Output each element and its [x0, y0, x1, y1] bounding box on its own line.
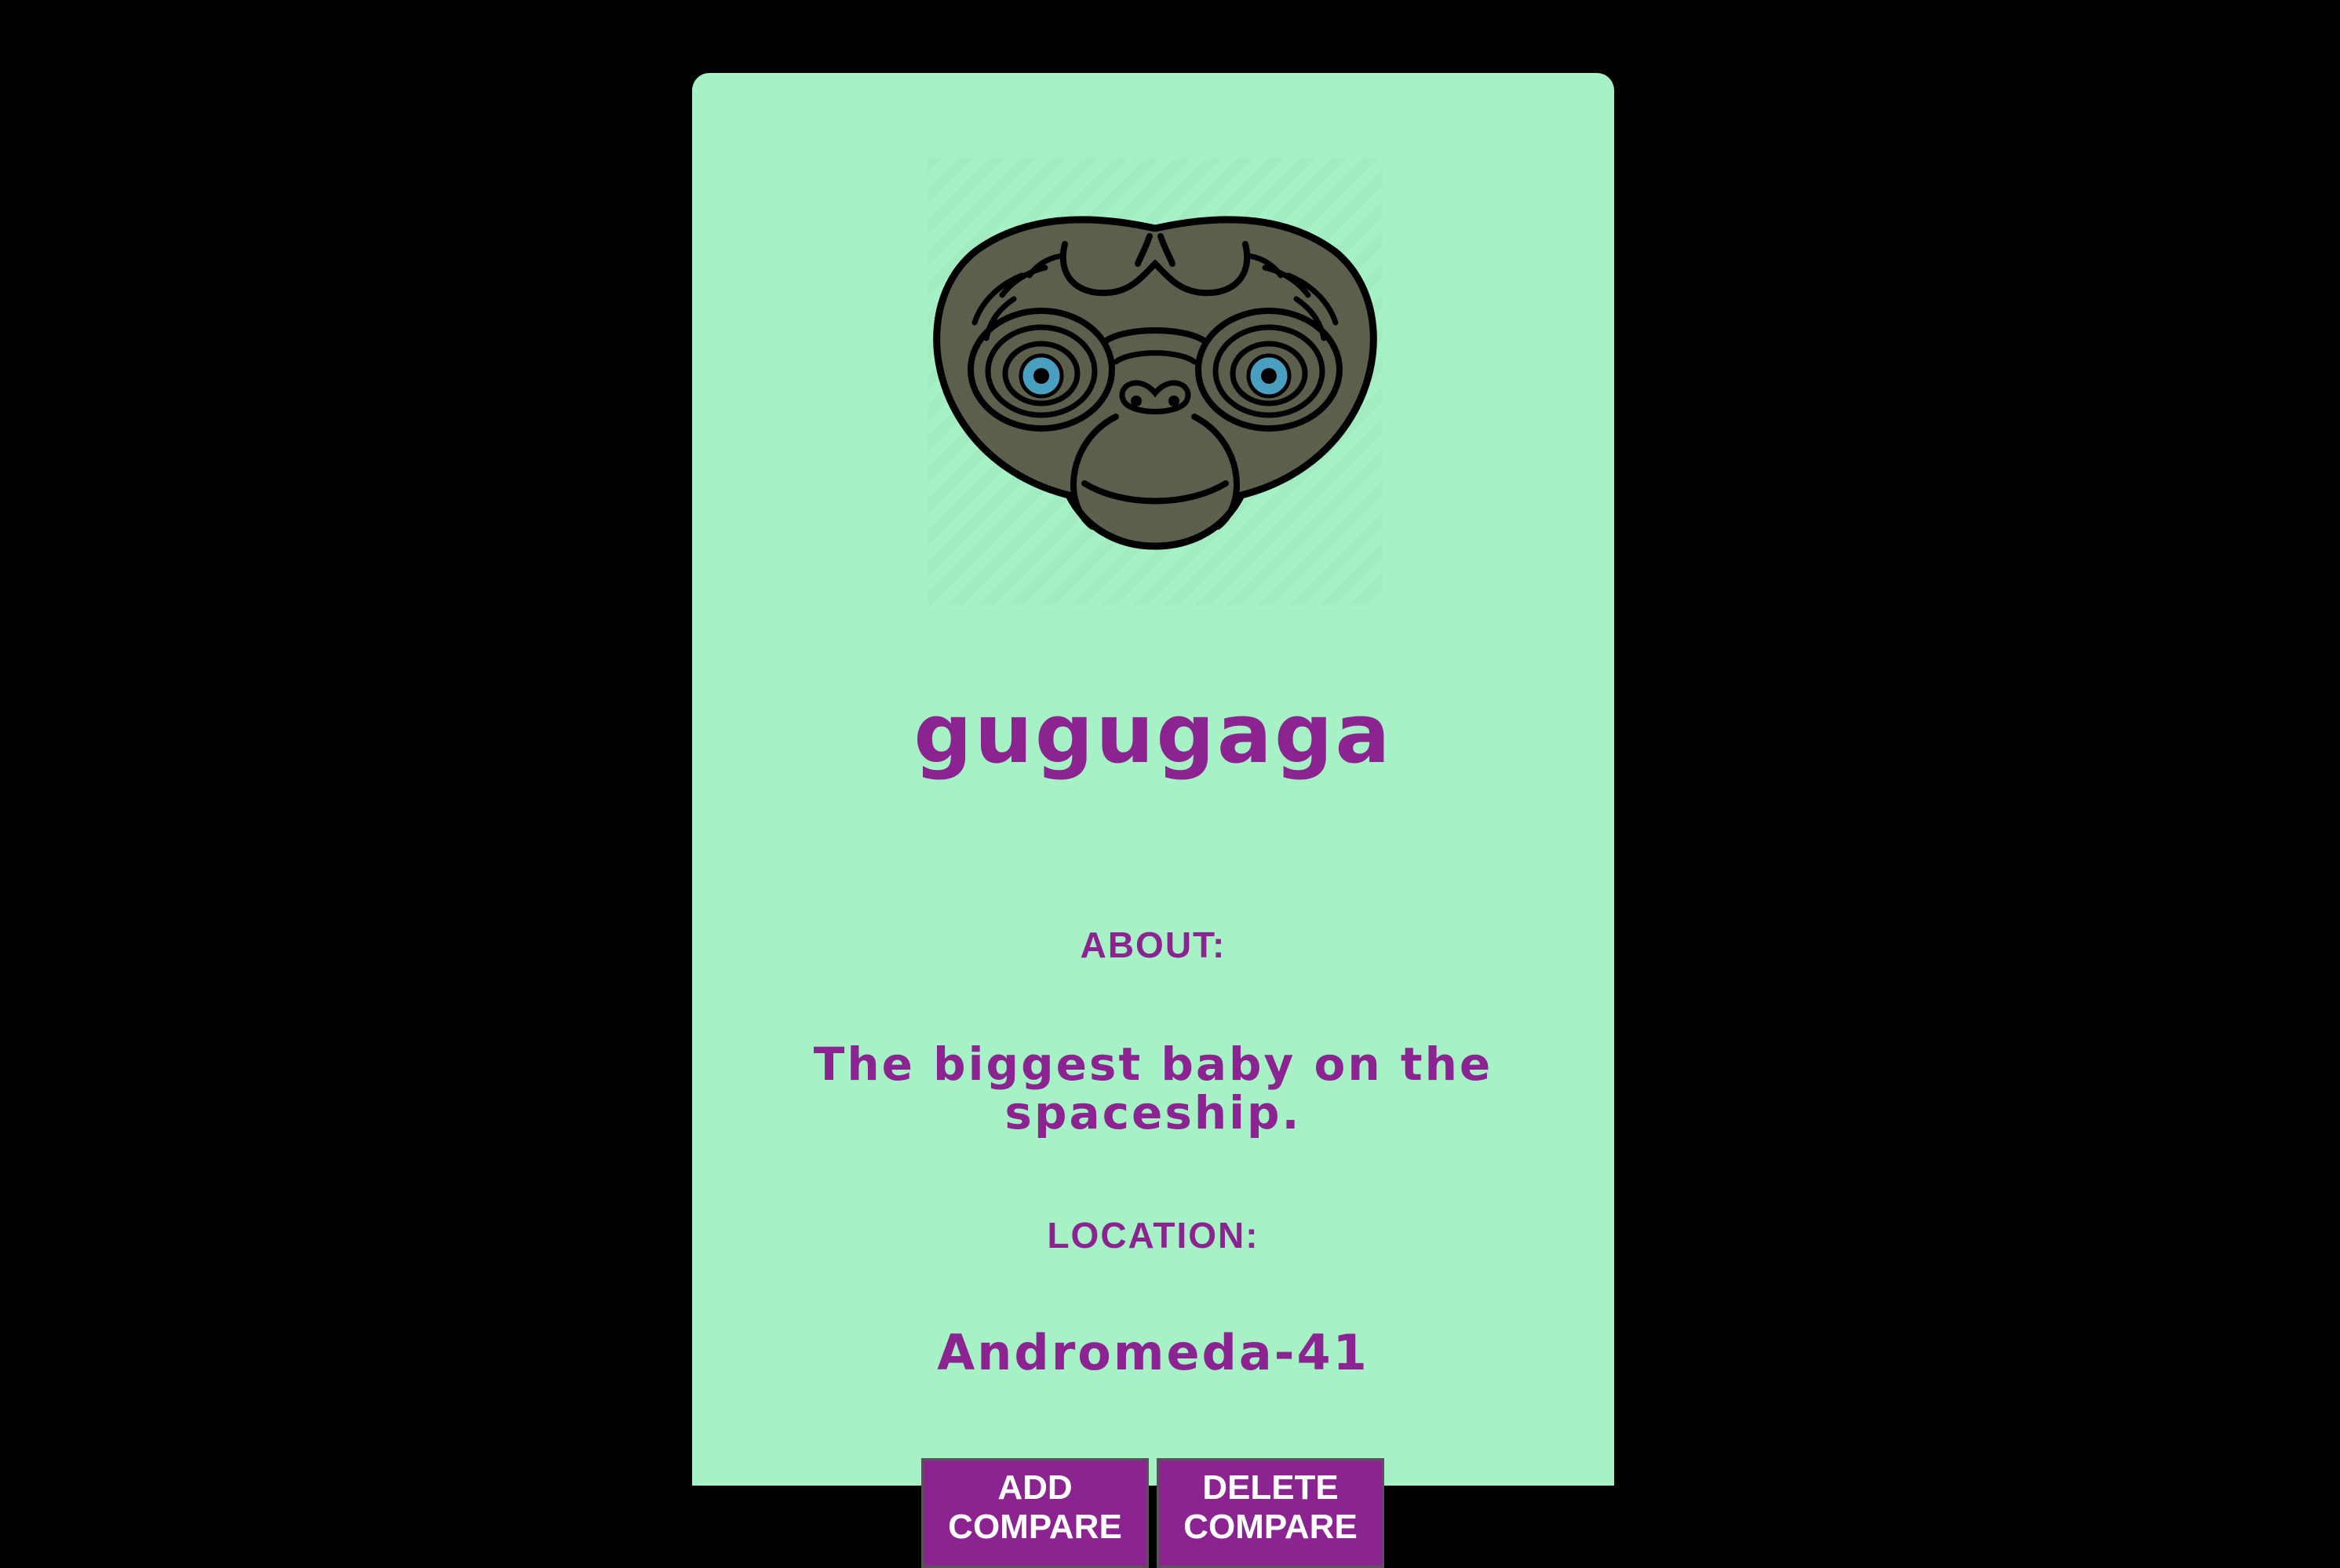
delete-compare-button[interactable]: Delete Compare	[1157, 1458, 1384, 1568]
add-compare-button[interactable]: Add Compare	[921, 1458, 1149, 1568]
about-text: The biggest baby on the spaceship.	[813, 1037, 1493, 1140]
avatar	[928, 158, 1383, 605]
about-label: About:	[1080, 924, 1226, 965]
location-text: Andromeda-41	[937, 1324, 1369, 1381]
location-label: Location:	[1047, 1215, 1259, 1256]
profile-name: gugugaga	[913, 686, 1393, 782]
profile-card: gugugaga About: The biggest baby on the …	[692, 73, 1614, 1568]
alien-face-icon	[933, 216, 1377, 550]
